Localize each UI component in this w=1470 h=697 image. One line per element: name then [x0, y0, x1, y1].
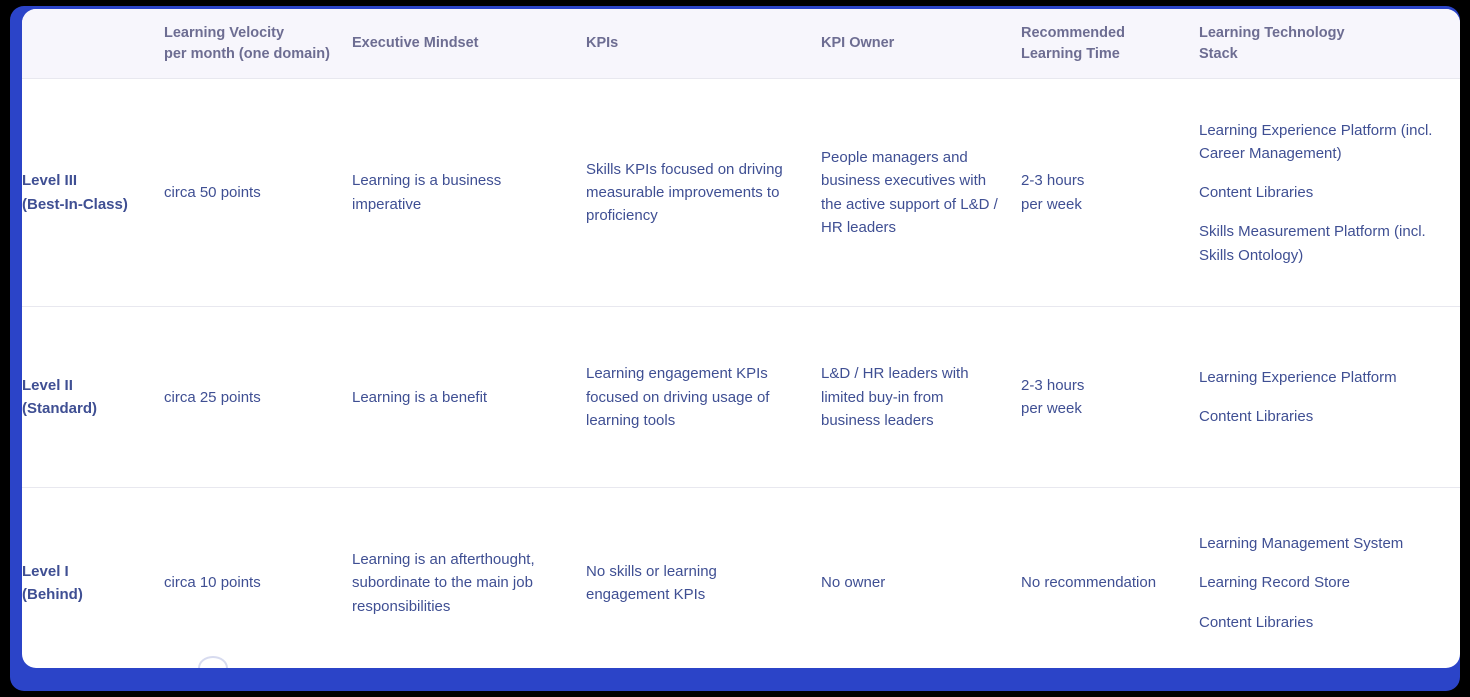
column-header-learning-velocity-line2: per month (one domain)	[164, 45, 330, 62]
cell-learning-technology-stack: Learning Experience Platform (incl. Care…	[1199, 78, 1460, 308]
cell-level-line1: Level II	[22, 376, 73, 394]
cell-executive-mindset: Learning is a business imperative	[352, 78, 586, 308]
cell-level-line1: Level III	[22, 172, 78, 190]
table-row: Level III (Best-In-Class) circa 50 point…	[22, 78, 1460, 308]
cell-kpi-owner: People managers and business executives …	[821, 78, 1021, 308]
tech-stack-item: Content Libraries	[1199, 613, 1314, 631]
cell-level: Level III (Best-In-Class)	[22, 78, 164, 308]
column-header-executive-mindset-line1: Executive Mindset	[352, 35, 479, 52]
column-header-level	[22, 9, 164, 80]
table-row: Level II (Standard) circa 25 points Lear…	[22, 306, 1460, 489]
table-row: Level I (Behind) circa 10 points Learnin…	[22, 488, 1460, 668]
cell-executive-mindset: Learning is a benefit	[352, 306, 586, 489]
column-header-learning-technology-stack: Learning Technology Stack	[1199, 9, 1460, 80]
cell-learning-technology-stack: Learning Experience Platform Content Lib…	[1199, 306, 1460, 489]
cell-level-line2: (Behind)	[22, 585, 83, 603]
column-header-recommended-learning-time-line1: Recommended	[1021, 25, 1125, 41]
cell-learning-velocity: circa 25 points	[164, 306, 352, 489]
column-header-learning-velocity: Learning Velocity per month (one domain)	[164, 9, 352, 80]
cell-level-line2: (Best-In-Class)	[22, 195, 128, 213]
cell-kpis: Learning engagement KPIs focused on driv…	[586, 306, 821, 489]
tech-stack-item: Learning Experience Platform (incl. Care…	[1199, 121, 1433, 162]
column-header-recommended-learning-time: Recommended Learning Time	[1021, 9, 1199, 80]
cell-recommended-learning-time-line1: 2-3 hours	[1021, 376, 1085, 394]
learning-maturity-table: Learning Velocity per month (one domain)…	[22, 9, 1460, 668]
maturity-matrix-card: Learning Velocity per month (one domain)…	[22, 9, 1460, 668]
cell-level: Level I (Behind)	[22, 488, 164, 668]
cell-recommended-learning-time: 2-3 hours per week	[1021, 306, 1199, 489]
cell-learning-velocity: circa 10 points	[164, 574, 261, 592]
cell-recommended-learning-time-line1: 2-3 hours	[1021, 172, 1085, 190]
cell-recommended-learning-time: No recommendation	[1021, 488, 1199, 668]
tech-stack-item: Learning Management System	[1199, 535, 1404, 553]
cell-executive-mindset: Learning is an afterthought, subordinate…	[352, 551, 535, 615]
page-frame: Learning Velocity per month (one domain)…	[10, 6, 1460, 691]
cell-recommended-learning-time-line2: per week	[1021, 195, 1082, 213]
tech-stack-item: Learning Experience Platform	[1199, 368, 1397, 386]
column-header-kpis: KPIs	[586, 9, 821, 80]
cell-level-line1: Level I	[22, 562, 69, 580]
cell-kpis: Skills KPIs focused on driving measurabl…	[586, 78, 821, 308]
cell-kpis: No skills or learning engagement KPIs	[586, 562, 717, 603]
cell-learning-velocity: circa 50 points	[164, 78, 352, 308]
cell-level: Level II (Standard)	[22, 306, 164, 489]
cell-kpi-owner: No owner	[821, 574, 886, 592]
column-header-learning-velocity-line1: Learning Velocity	[164, 25, 285, 41]
column-header-kpi-owner: KPI Owner	[821, 9, 1021, 80]
cell-recommended-learning-time: 2-3 hours per week	[1021, 78, 1199, 308]
table-header: Learning Velocity per month (one domain)…	[22, 9, 1460, 80]
column-header-kpi-owner-line1: KPI Owner	[821, 35, 895, 52]
table-body: Level III (Best-In-Class) circa 50 point…	[22, 78, 1460, 668]
column-header-learning-technology-stack-line1: Learning Technology	[1199, 25, 1345, 41]
tech-stack-item: Content Libraries	[1199, 408, 1314, 426]
cell-recommended-learning-time-line2: per week	[1021, 400, 1082, 418]
tech-stack-item: Content Libraries	[1199, 184, 1314, 202]
column-header-recommended-learning-time-line2: Learning Time	[1021, 45, 1120, 62]
column-header-learning-technology-stack-line2: Stack	[1199, 45, 1238, 62]
header-row: Learning Velocity per month (one domain)…	[22, 9, 1460, 80]
cell-recommended-learning-time-line1: No recommendation	[1021, 574, 1157, 592]
tech-stack-item: Skills Measurement Platform (incl. Skill…	[1199, 223, 1426, 264]
tech-stack-item: Learning Record Store	[1199, 574, 1350, 592]
cell-learning-technology-stack: Learning Management System Learning Reco…	[1199, 488, 1460, 668]
column-header-kpis-line1: KPIs	[586, 35, 619, 52]
column-header-executive-mindset: Executive Mindset	[352, 9, 586, 80]
cell-kpi-owner: L&D / HR leaders with limited buy-in fro…	[821, 306, 1021, 489]
cell-level-line2: (Standard)	[22, 400, 97, 418]
